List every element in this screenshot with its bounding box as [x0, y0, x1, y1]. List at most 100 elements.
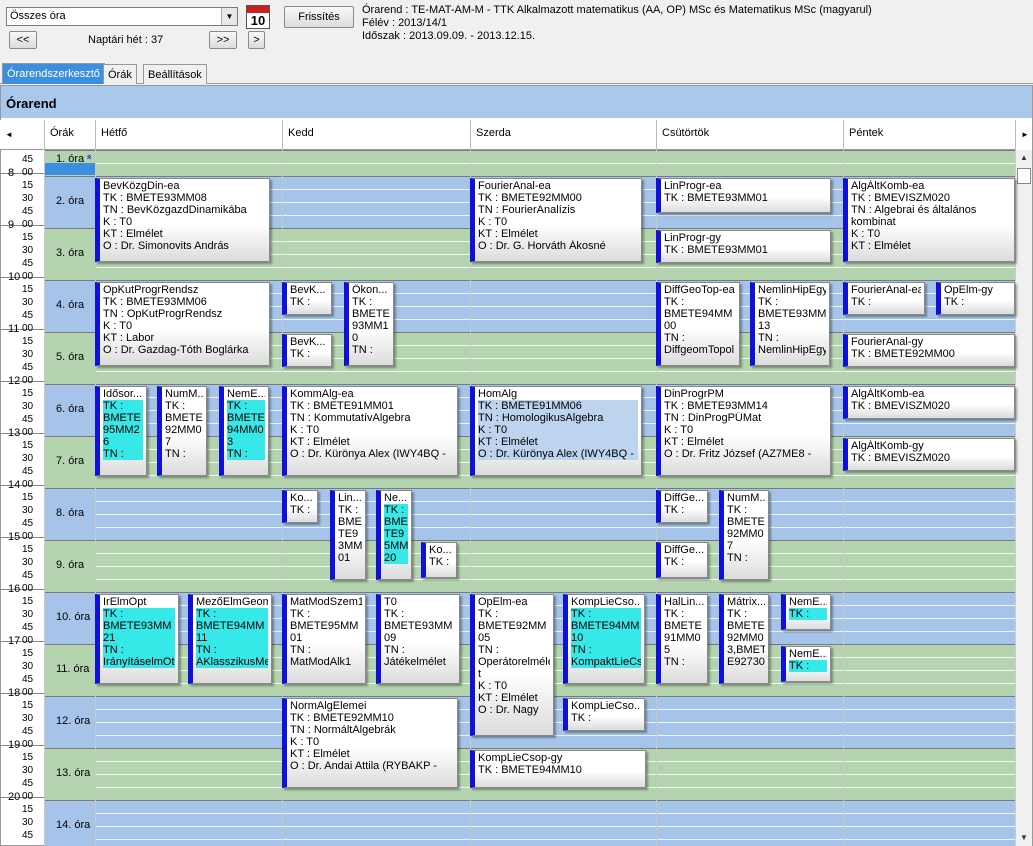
schedule-event[interactable]: BevKözgDin-ea TK : BMETE93MM08 TN : BevKöz… — [95, 178, 270, 262]
schedule-event[interactable]: Ko... TK : — [421, 542, 457, 578]
schedule-event[interactable]: NemE... TK : — [781, 646, 831, 682]
schedule-event[interactable]: FourierAnal-gy TK : BMETE92MM00 — [843, 334, 1015, 367]
schedule-event[interactable]: NumM... TK : BMETE 92MM0 7 TN : — [719, 490, 769, 580]
col-kedd[interactable]: Kedd — [282, 120, 470, 150]
minute-label: 15 — [22, 388, 34, 399]
schedule-event[interactable]: HomAlg TK : BMETE91MM06 TN : HomologikusAl… — [470, 386, 642, 476]
minute-label: 15 — [22, 544, 34, 555]
schedule-event[interactable]: OpElm-ea TK : BMETE92MM 05 TN : Operátorelmél… — [470, 594, 554, 736]
chevron-down-icon[interactable]: ▼ — [221, 8, 237, 25]
event-title: NemE... — [227, 388, 265, 400]
minute-label: 45 — [22, 570, 34, 581]
schedule-event[interactable]: NumM... TK : BMETE 92MM0 7 TN : — [157, 386, 207, 476]
event-detail: BMETE — [352, 308, 390, 320]
next-button[interactable]: > — [248, 31, 265, 49]
schedule-event[interactable]: AlgÁltKomb-gy TK : BMEVISZM020 — [843, 438, 1015, 471]
schedule-event[interactable]: DiffGe... TK : — [656, 490, 708, 523]
schedule-event[interactable]: LinProgr-gy TK : BMETE93MM01 — [656, 230, 831, 263]
scroll-up-icon[interactable]: ▲ — [1016, 150, 1032, 166]
col-pentek[interactable]: Péntek — [843, 120, 1015, 150]
schedule-event[interactable]: KommAlg-ea TK : BMETE91MM01 TN : Kommutatí… — [282, 386, 458, 476]
schedule-event[interactable]: MezőElmGeom TK : BMETE94MM 11 TN : AKlassziku… — [188, 594, 272, 684]
schedule-event[interactable]: BevK... TK : — [282, 282, 332, 315]
schedule-event[interactable]: NemlinHipEgy TK : BMETE93MM 13 TN : NemlinHip… — [750, 282, 830, 366]
event-detail: 3MM — [338, 540, 362, 552]
minute-label: 15 — [22, 700, 34, 711]
schedule-event[interactable]: T0 TK : BMETE93MM 09 TN : Játékelmélet — [376, 594, 460, 684]
schedule-event[interactable]: KompLieCso... TK : — [563, 698, 645, 731]
event-detail: BMETE93MM — [103, 620, 175, 632]
schedule-event[interactable]: LinProgr-ea TK : BMETE93MM01 — [656, 178, 831, 213]
schedule-event[interactable]: Lin... TK : BME TE9 3MM 01 — [330, 490, 366, 580]
schedule-event[interactable]: BevK... TK : — [282, 334, 332, 367]
event-detail: TK : — [196, 608, 268, 620]
minute-label: 30 — [22, 817, 34, 828]
tab-orarendszerkeszto[interactable]: Órarendszerkesztő — [2, 63, 105, 84]
event-detail: TK : — [384, 608, 405, 620]
scroll-thumb[interactable] — [1017, 168, 1031, 184]
scroll-left-icon[interactable]: ◄ — [0, 120, 22, 150]
schedule-event[interactable]: NemE... TK : — [781, 594, 831, 630]
next-week-button[interactable]: >> — [209, 31, 237, 49]
slot-label: 5. óra — [56, 351, 85, 363]
minute-label: 15 — [22, 492, 34, 503]
schedule-event[interactable]: OpElm-gy TK : — [936, 282, 1015, 315]
event-detail: TN : — [103, 644, 175, 656]
schedule-event[interactable]: Ökon... TK : BMETE 93MM1 0 TN : — [344, 282, 394, 366]
schedule-name: Órarend : TE-MAT-AM-M - TTK Alkalmazott … — [362, 4, 872, 16]
event-detail: 5MM — [384, 540, 408, 552]
tab-beallitasok[interactable]: Beállítások — [143, 64, 207, 84]
schedule-event[interactable]: Idősor... TK : BMETE 95MM2 6 TN : — [95, 386, 147, 476]
prev-week-button[interactable]: << — [9, 31, 37, 49]
slot-border — [44, 150, 1015, 151]
event-detail: K : T0 — [290, 424, 320, 436]
schedule-event[interactable]: Ne... TK : BME TE9 5MM 20 — [376, 490, 412, 580]
hour-label: 10 — [8, 271, 21, 283]
tab-orak[interactable]: Órák — [103, 64, 137, 84]
filter-combo[interactable]: Összes óra ▼ — [6, 7, 238, 26]
minute-label: 00 — [22, 427, 34, 438]
event-detail: 20 — [384, 552, 408, 564]
event-title: NumM... — [165, 388, 203, 400]
event-detail: K : T0 — [290, 736, 320, 748]
event-detail: TK : — [789, 660, 827, 672]
schedule-event[interactable]: IrElmOpt TK : BMETE93MM 21 TN : IrányításelmO… — [95, 594, 179, 684]
vertical-scrollbar[interactable]: ▲ ▼ — [1015, 150, 1032, 846]
event-detail: BMETE95MM — [290, 620, 359, 632]
event-detail: BME — [384, 516, 408, 528]
minute-label: 15 — [22, 284, 34, 295]
schedule-event[interactable]: KompLieCso... TK : BMETE94MM 10 TN : KompaktL… — [563, 594, 645, 684]
col-hetfo[interactable]: Hétfő — [95, 120, 282, 150]
schedule-event[interactable]: NemE... TK : BMETE 94MM0 3 TN : — [219, 386, 269, 476]
schedule-event[interactable]: FourierAnal-ea TK : BMETE92MM00 TN : Fouri… — [470, 178, 642, 262]
hour-label: 17 — [8, 635, 21, 647]
schedule-event[interactable]: FourierAnal-ea TK : — [843, 282, 925, 315]
schedule-event[interactable]: AlgÁltKomb-ea TK : BMEVISZM020 — [843, 386, 1015, 419]
slot-label: 12. óra — [56, 715, 91, 727]
event-title: DiffGe... — [664, 492, 704, 504]
schedule-event[interactable]: DiffGe... TK : — [656, 542, 708, 578]
schedule-event[interactable]: HalLin... TK : BMETE 91MM0 5 TN : — [656, 594, 708, 684]
scroll-right-icon[interactable]: ► — [1015, 120, 1032, 150]
schedule-event[interactable]: OpKutProgrRendsz TK : BMETE93MM06 TN : OpK… — [95, 282, 270, 366]
schedule-event[interactable]: NormAlgElemei TK : BMETE92MM10 TN : Normál… — [282, 698, 458, 788]
schedule-event[interactable]: Mátrix... TK : BMETE 92MM0 3,BMET E92730 — [719, 594, 769, 684]
scroll-down-icon[interactable]: ▼ — [1016, 830, 1032, 846]
schedule-event[interactable]: DiffGeoTop-ea TK : BMETE94MM 00 TN : Diffgeom… — [656, 282, 740, 366]
calendar-icon[interactable]: 10 — [246, 5, 270, 29]
minute-label: 00 — [22, 375, 34, 386]
selected-cell[interactable] — [44, 163, 95, 175]
refresh-button[interactable]: Frissítés — [284, 6, 354, 28]
collapse-icon[interactable]: » — [84, 154, 94, 159]
col-szerda[interactable]: Szerda — [470, 120, 656, 150]
schedule-event[interactable]: AlgÁltKomb-ea TK : BMEVISZM020 TN : Algebr… — [843, 178, 1015, 262]
schedule-event[interactable]: DinProgrPM TK : BMETE93MM14 TN : DinProgPÜ… — [656, 386, 831, 476]
slot-subline — [95, 813, 1015, 814]
minute-label: 30 — [22, 713, 34, 724]
minute-label: 30 — [22, 193, 34, 204]
schedule-event[interactable]: MatModSzem1 TK : BMETE95MM 01 TN : MatModAlk1 — [282, 594, 366, 684]
schedule-event[interactable]: Ko... TK : — [282, 490, 318, 523]
col-csutortok[interactable]: Csütörtök — [656, 120, 843, 150]
schedule-event[interactable]: KompLieCsop-gy TK : BMETE94MM10 — [470, 750, 646, 788]
slot-border — [44, 280, 1015, 281]
